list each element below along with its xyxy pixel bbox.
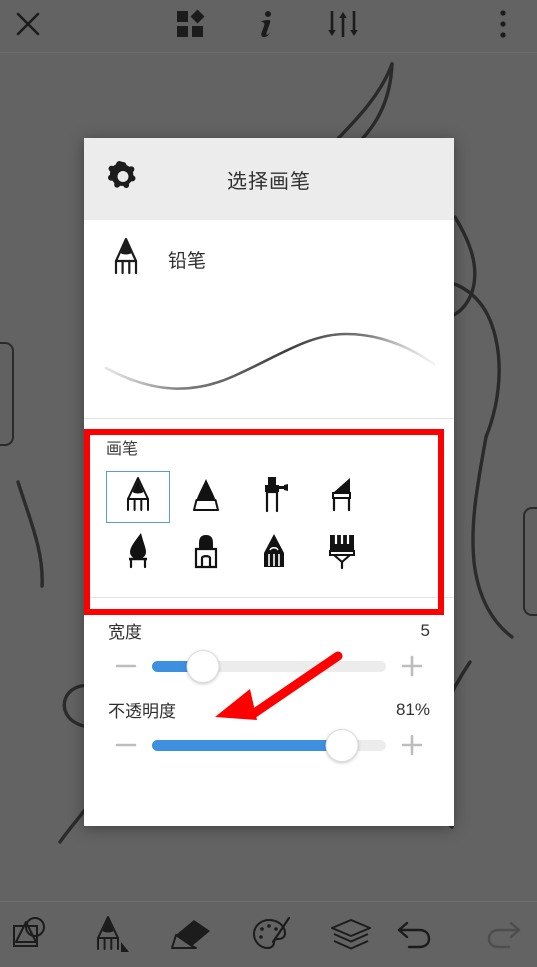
brush-item-marker[interactable] xyxy=(174,527,238,579)
top-toolbar xyxy=(0,0,537,53)
pencil-tool-icon xyxy=(97,915,129,952)
dialog-header: 选择画笔 xyxy=(84,138,454,220)
current-brush-row[interactable]: 铅笔 xyxy=(84,220,454,298)
width-decrease-button[interactable] xyxy=(106,647,146,685)
close-icon xyxy=(13,9,43,44)
brush-item-pencil[interactable] xyxy=(106,471,170,523)
adjust-button[interactable] xyxy=(326,8,360,45)
opacity-slider-track-wrap[interactable] xyxy=(152,726,386,764)
transform-shapes-icon xyxy=(13,916,45,947)
brush-preview xyxy=(84,298,454,418)
paint-brush-icon xyxy=(323,531,361,576)
shapes-grid-icon xyxy=(174,8,206,45)
opacity-decrease-button[interactable] xyxy=(106,726,146,764)
brush-grid xyxy=(106,471,432,583)
slider-row-opacity: 不透明度 81% xyxy=(106,691,432,764)
info-icon xyxy=(252,8,280,45)
undo-icon xyxy=(397,921,431,948)
brush-picker-dialog: 选择画笔 铅笔 画笔 宽度 5 不透明度 81% xyxy=(84,138,454,826)
gear-icon[interactable] xyxy=(106,160,140,199)
current-brush-label: 铅笔 xyxy=(168,250,207,272)
width-increase-button[interactable] xyxy=(392,647,432,685)
opacity-increase-button[interactable] xyxy=(392,726,432,764)
palette-icon xyxy=(252,916,291,949)
sliders-icon xyxy=(326,8,360,45)
brush-section-title: 画笔 xyxy=(106,441,139,458)
canvas-right-handle[interactable] xyxy=(523,507,537,616)
slider-section: 宽度 5 不透明度 81% xyxy=(84,597,454,782)
solid-pencil-icon xyxy=(256,531,292,576)
opacity-slider-head: 不透明度 81% xyxy=(106,691,432,726)
brush-item-chisel-marker[interactable] xyxy=(310,471,374,523)
redo-icon xyxy=(487,921,521,948)
brush-section: 画笔 xyxy=(84,419,454,597)
opacity-slider-thumb[interactable] xyxy=(325,728,359,762)
airbrush-icon xyxy=(255,475,293,520)
pencil-icon xyxy=(106,235,146,284)
width-slider-track-wrap[interactable] xyxy=(152,647,386,685)
info-button[interactable] xyxy=(252,8,280,45)
close-button[interactable] xyxy=(0,0,56,52)
width-slider-head: 宽度 5 xyxy=(106,612,432,647)
ink-brush-icon xyxy=(121,531,155,576)
top-toolbar-center-group xyxy=(174,8,360,45)
canvas-left-handle[interactable] xyxy=(0,342,14,446)
bottom-toolbar-right-group xyxy=(391,902,527,967)
opacity-slider-label: 不透明度 xyxy=(108,702,176,721)
redo-button[interactable] xyxy=(481,909,527,961)
brush-item-ink-brush[interactable] xyxy=(106,527,170,579)
app-root: 选择画笔 铅笔 画笔 宽度 5 不透明度 81% xyxy=(0,0,537,967)
marker-icon xyxy=(188,531,224,576)
chisel-marker-icon xyxy=(324,475,360,520)
width-slider-value: 5 xyxy=(420,620,430,640)
brush-item-solid-pencil[interactable] xyxy=(242,527,306,579)
width-slider-label: 宽度 xyxy=(108,623,142,642)
eraser-icon xyxy=(171,919,210,949)
width-slider-controls xyxy=(106,647,432,685)
opacity-slider-controls xyxy=(106,726,432,764)
pencil-outline-icon xyxy=(120,475,156,520)
brush-tool-button[interactable] xyxy=(88,909,134,961)
overflow-menu-button[interactable] xyxy=(483,0,523,52)
templates-button[interactable] xyxy=(174,8,206,45)
transform-button[interactable] xyxy=(8,909,54,961)
eraser-tool-button[interactable] xyxy=(168,909,214,961)
width-slider-thumb[interactable] xyxy=(186,649,220,683)
slider-row-width: 宽度 5 xyxy=(106,612,432,685)
bottom-toolbar xyxy=(0,901,537,967)
opacity-slider-value: 81% xyxy=(395,699,430,719)
layers-icon xyxy=(331,918,371,949)
bottom-toolbar-left-group xyxy=(8,902,374,967)
brush-item-paint-brush[interactable] xyxy=(310,527,374,579)
undo-button[interactable] xyxy=(391,909,437,961)
opacity-slider-fill xyxy=(152,739,342,751)
color-palette-button[interactable] xyxy=(248,909,294,961)
overflow-menu-icon xyxy=(499,9,507,44)
brush-item-pen[interactable] xyxy=(174,471,238,523)
layers-button[interactable] xyxy=(328,909,374,961)
pen-icon xyxy=(188,475,224,520)
brush-item-airbrush[interactable] xyxy=(242,471,306,523)
